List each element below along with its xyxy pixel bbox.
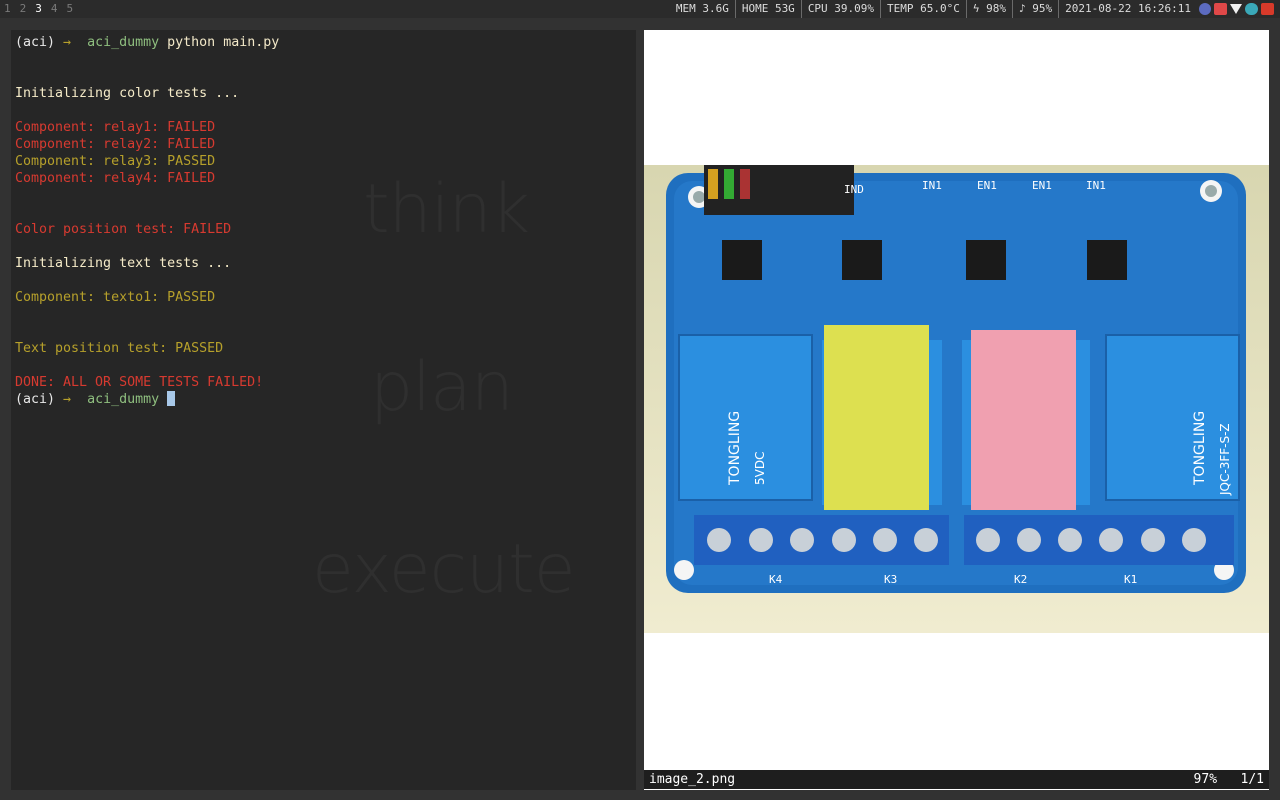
image-filename: image_2.png xyxy=(649,772,736,787)
workspace-2[interactable]: 2 xyxy=(20,0,27,18)
prompt-env: (aci) xyxy=(15,35,56,50)
watermark-execute: execute xyxy=(312,530,576,609)
prompt-dir: aci_dummy xyxy=(87,35,160,50)
prompt-arrow: → xyxy=(63,392,72,407)
output-line: Text position test: PASSED xyxy=(15,341,224,356)
terminal-window[interactable]: think plan execute (aci) → aci_dummy pyt… xyxy=(11,30,636,790)
workspace-1[interactable]: 1 xyxy=(4,0,11,18)
terminal-cursor xyxy=(167,391,176,406)
wifi-icon[interactable] xyxy=(1230,4,1242,14)
stacks-icon[interactable] xyxy=(1261,3,1274,15)
temp-status: TEMP 65.0°C xyxy=(881,0,967,18)
board-label-in1b: IN1 xyxy=(1086,179,1106,192)
board-label-in1a: IN1 xyxy=(922,179,942,192)
board-label-k2: K2 xyxy=(1014,573,1027,586)
relay-brand-left: TONGLING xyxy=(727,411,743,486)
cpu-status: CPU 39.09% xyxy=(802,0,882,18)
output-lines: Initializing color tests ... Component: r… xyxy=(15,51,279,391)
discord-icon[interactable] xyxy=(1199,3,1211,15)
command-line: (aci) → aci_dummy python main.py xyxy=(15,34,279,51)
board-label-k4: K4 xyxy=(769,573,783,586)
prompt-env: (aci) xyxy=(15,392,56,407)
system-status: MEM 3.6G HOME 53G CPU 39.09% TEMP 65.0°C… xyxy=(670,0,1274,18)
system-tray xyxy=(1199,3,1274,15)
board-label-k3: K3 xyxy=(884,573,897,586)
output-line: Component: relay3: PASSED xyxy=(15,154,216,169)
mem-status: MEM 3.6G xyxy=(670,0,736,18)
output-line: Initializing color tests ... xyxy=(15,86,240,101)
workspace-switcher: 12345 xyxy=(4,0,82,18)
output-line: Component: relay1: FAILED xyxy=(15,120,216,135)
relay-voltage-left: 5VDC xyxy=(753,452,767,485)
output-line: Component: texto1: PASSED xyxy=(15,290,216,305)
terminal-output: (aci) → aci_dummy python main.py Initial… xyxy=(15,34,279,408)
workspace-5[interactable]: 5 xyxy=(67,0,74,18)
output-line: Initializing text tests ... xyxy=(15,256,232,271)
relay-board-photo: IND IN1 EN1 EN1 IN1 TONGLING 5VDC TONGLI… xyxy=(644,165,1269,633)
watermark-think: think xyxy=(363,170,530,249)
board-label-en1b: EN1 xyxy=(1032,179,1052,192)
cloud-icon[interactable] xyxy=(1245,3,1258,15)
battery-status: ϟ 98% xyxy=(967,0,1014,18)
viewer-status-bar: image_2.png 97% 1/1 xyxy=(644,770,1269,789)
bug-icon[interactable] xyxy=(1214,3,1227,15)
image-index: 1/1 xyxy=(1240,772,1264,787)
workspace-3[interactable]: 3 xyxy=(35,0,42,18)
home-status: HOME 53G xyxy=(736,0,802,18)
watermark-plan: plan xyxy=(370,348,514,427)
workspace-4[interactable]: 4 xyxy=(51,0,58,18)
zoom-level: 97% xyxy=(1193,772,1218,787)
prompt-arrow: → xyxy=(63,35,72,50)
relay-brand-right: TONGLING xyxy=(1192,411,1208,486)
board-label-ind: IND xyxy=(844,183,864,196)
board-label-k1: K1 xyxy=(1124,573,1137,586)
datetime: 2021-08-22 16:26:11 xyxy=(1065,2,1191,15)
output-line: Color position test: FAILED xyxy=(15,222,232,237)
volume-status: ♪ 95% xyxy=(1013,0,1060,18)
prompt-line[interactable]: (aci) → aci_dummy xyxy=(15,391,279,408)
image-viewer[interactable]: IND IN1 EN1 EN1 IN1 TONGLING 5VDC TONGLI… xyxy=(644,30,1269,790)
command-text: python main.py xyxy=(167,35,280,50)
output-line: Component: relay2: FAILED xyxy=(15,137,216,152)
prompt-dir: aci_dummy xyxy=(87,392,160,407)
viewer-zoom-index: 97% 1/1 xyxy=(1194,770,1264,789)
relay-model-right: JQC-3FF-S-Z xyxy=(1218,423,1232,496)
board-label-en1a: EN1 xyxy=(977,179,997,192)
output-line: Component: relay4: FAILED xyxy=(15,171,216,186)
top-status-bar: 12345 MEM 3.6G HOME 53G CPU 39.09% TEMP … xyxy=(0,0,1280,18)
output-line: DONE: ALL OR SOME TESTS FAILED! xyxy=(15,375,264,390)
